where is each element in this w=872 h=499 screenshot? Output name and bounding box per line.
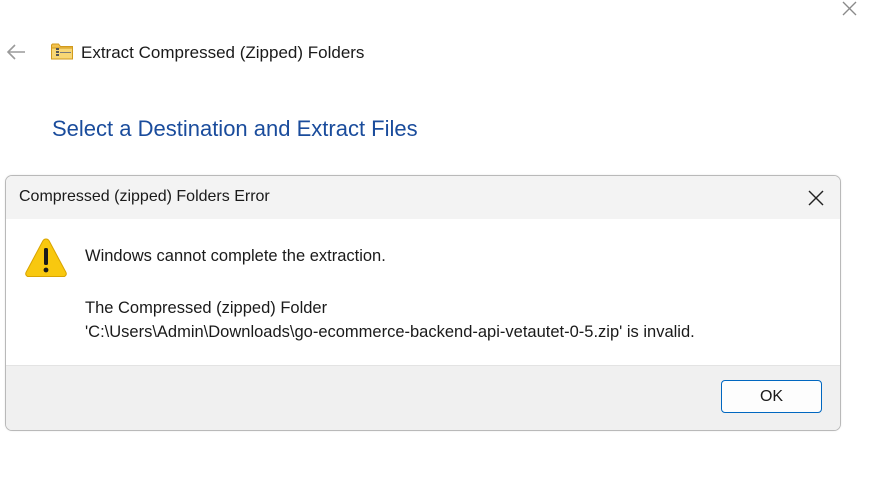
extract-wizard-window: Extract Compressed (Zipped) Folders Sele… bbox=[0, 0, 872, 499]
window-close-button[interactable] bbox=[838, 0, 862, 21]
back-button[interactable] bbox=[5, 42, 27, 62]
dialog-titlebar: Compressed (zipped) Folders Error bbox=[6, 176, 840, 219]
warning-icon bbox=[24, 237, 68, 279]
dialog-footer: OK bbox=[6, 365, 840, 430]
wizard-title: Extract Compressed (Zipped) Folders bbox=[81, 43, 365, 62]
close-icon bbox=[842, 1, 857, 16]
back-arrow-icon bbox=[6, 44, 25, 60]
ok-button[interactable]: OK bbox=[721, 380, 822, 413]
dialog-close-button[interactable] bbox=[805, 187, 827, 209]
error-dialog: Compressed (zipped) Folders Error Window… bbox=[5, 175, 841, 431]
error-detail-path: 'C:\Users\Admin\Downloads\go-ecommerce-b… bbox=[85, 323, 695, 341]
zipped-folder-icon bbox=[51, 43, 73, 60]
close-icon bbox=[808, 190, 824, 206]
dialog-title: Compressed (zipped) Folders Error bbox=[19, 188, 270, 205]
wizard-heading: Select a Destination and Extract Files bbox=[52, 116, 418, 141]
error-detail: The Compressed (zipped) Folder 'C:\Users… bbox=[85, 296, 695, 344]
dialog-body: Windows cannot complete the extraction. … bbox=[6, 219, 840, 365]
error-message: Windows cannot complete the extraction. bbox=[85, 247, 386, 265]
error-detail-line1: The Compressed (zipped) Folder bbox=[85, 299, 328, 317]
